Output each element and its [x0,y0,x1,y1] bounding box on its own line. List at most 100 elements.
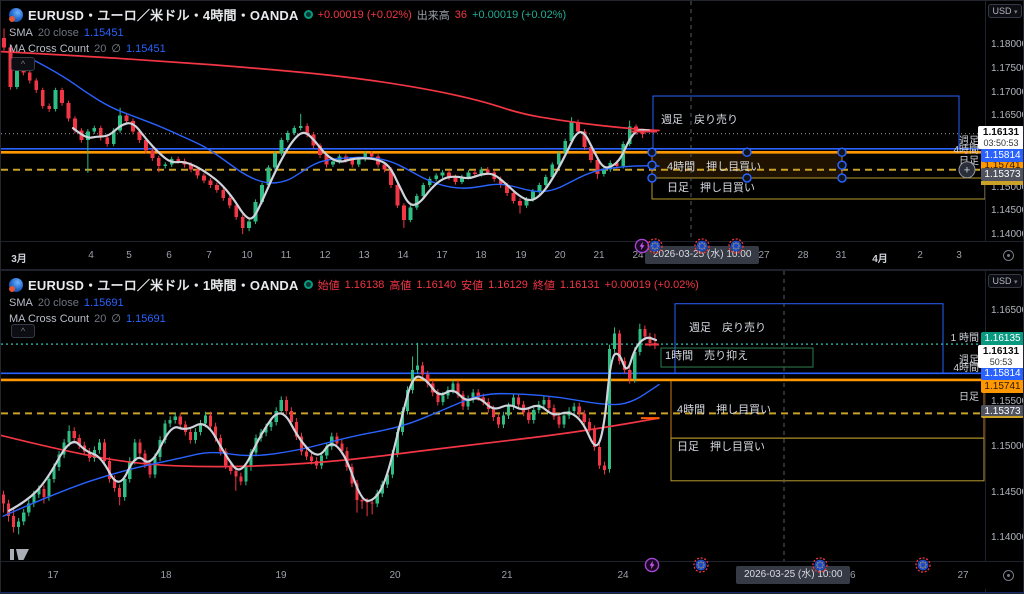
indicator-macross-args: 20 [94,43,106,55]
zone-label: 4時間 押し目買い [677,402,771,416]
date-label: 18 [160,570,171,581]
weekly-sell-zone[interactable] [675,304,943,374]
eu-economic-event-icon[interactable] [728,238,744,254]
timezone-icon[interactable] [1003,250,1014,261]
eu-economic-event-icon[interactable] [694,238,710,254]
time-axis-1h[interactable]: 17181920212426272026-03-25 (水) 10:00 [1,561,1024,589]
symbol-title[interactable]: EURUSD・ユーロ／米ドル・1時間・OANDA [28,275,299,294]
current-price-label: 1.16131 [978,127,1024,138]
timezone-icon[interactable] [1003,570,1014,581]
date-label: 19 [515,250,526,261]
chevron-down-icon: ▾ [1014,9,1018,16]
currency-selector[interactable]: USD ▾ [988,274,1022,288]
zone-label: 4時間 押し目買い [667,159,761,173]
selection-handle[interactable] [743,148,751,156]
eu-economic-event-icon[interactable] [812,557,828,573]
date-label: 2 [917,250,923,261]
indicator-macross-name[interactable]: MA Cross Count [9,43,89,55]
date-label: 12 [319,250,330,261]
indicator-macross-name[interactable]: MA Cross Count [9,313,89,325]
indicator-sma-name[interactable]: SMA [9,297,33,309]
volume-value: 36 [455,9,467,21]
market-status-icon[interactable] [304,10,313,19]
date-label: 21 [501,570,512,581]
legend-collapse-button[interactable]: ^ [11,57,35,71]
volume-label: 出来高 [417,7,450,23]
legend-4h: EURUSD・ユーロ／米ドル・4時間・OANDA +0.00019 (+0.02… [9,5,566,58]
selection-handle[interactable] [838,161,846,169]
date-label: 11 [281,250,291,261]
sma-20-blue [34,60,659,191]
chevron-down-icon: ▾ [1014,279,1018,286]
chart-panel-1h[interactable]: 週足 戻り売り1時間 売り抑え4時間 押し目買い日足 押し目買い1 時間週足4時… [1,271,1024,592]
legend-1h: EURUSD・ユーロ／米ドル・1時間・OANDA 始値 1.16138 高値 1… [9,275,699,328]
current-price-label: 1.16131 [978,346,1024,357]
date-label: 31 [835,250,846,261]
current-price-box: 1.1613103:50:53 [978,126,1024,149]
date-label: 6 [166,250,172,261]
tradingview-window: 週足 戻り売り4時間 押し目買い日足 押し目買い週足4時間日足+ EURUSD・… [0,0,1024,594]
line-name-label: 4時間 [953,144,979,156]
time-axis-4h[interactable]: 3月456710111213141718192021242728314月2320… [1,241,1024,269]
indicator-macross-value: 1.15691 [126,313,166,325]
date-label: 21 [593,250,604,261]
flash-event-icon[interactable] [644,557,660,573]
date-label: 10 [241,250,252,261]
price-axis-label: 1.17000 [991,87,1024,98]
low-value: 1.16129 [488,279,528,291]
candles-layer[interactable] [2,324,657,535]
change-value: +0.00019 (+0.02%) [318,9,412,21]
price-axis-1h[interactable]: USD ▾ 1.165001.155001.150001.145001.1400… [985,271,1024,592]
add-alert-button[interactable]: + [959,162,975,178]
eu-economic-event-icon[interactable] [915,557,931,573]
price-axis-label: 1.17500 [991,63,1024,74]
price-axis-label: 1.15000 [991,441,1024,452]
price-axis-label: 1.14500 [991,205,1024,216]
low-label: 安値 [461,277,483,293]
indicator-sma-name[interactable]: SMA [9,27,33,39]
price-axis-label: 1.18000 [991,39,1024,50]
close-label: 終値 [533,277,555,293]
level-price-label: 1.15814 [981,149,1024,162]
date-label: 7 [206,250,212,261]
price-axis-label: 1.16500 [991,110,1024,121]
price-axis-label: 1.14500 [991,487,1024,498]
level-price-label-sliver [981,181,1024,185]
market-status-icon[interactable] [304,280,313,289]
symbol-logo-icon[interactable] [9,278,23,292]
selection-handle[interactable] [838,174,846,182]
level-price-label: 1.15373 [981,405,1024,418]
volume-change: +0.00019 (+0.02%) [472,9,566,21]
eu-economic-event-icon[interactable] [693,557,709,573]
high-value: 1.16140 [416,279,456,291]
indicator-sma-args: 20 close [38,27,79,39]
indicator-macross-value: 1.15451 [126,43,166,55]
price-axis-label: 1.14000 [991,229,1024,240]
symbol-title[interactable]: EURUSD・ユーロ／米ドル・4時間・OANDA [28,5,299,24]
date-label: 24 [617,570,628,581]
indicator-sma-value: 1.15451 [84,27,124,39]
date-label: 18 [475,250,486,261]
chart-panel-4h[interactable]: 週足 戻り売り4時間 押し目買い日足 押し目買い週足4時間日足+ EURUSD・… [1,1,1024,271]
date-label: 13 [358,250,369,261]
selection-handle[interactable] [838,148,846,156]
level-price-label: 1.16135 [981,332,1024,345]
indicator-macross-args: 20 [94,313,106,325]
level-price-label: 1.15814 [981,367,1024,380]
symbol-logo-icon[interactable] [9,8,23,22]
line-name-label: 4時間 [953,362,979,374]
selection-handle[interactable] [648,161,656,169]
candles-layer[interactable] [2,28,644,234]
tradingview-logo[interactable] [9,547,31,561]
selection-handle[interactable] [648,148,656,156]
selection-handle[interactable] [648,174,656,182]
level-price-label: 1.15373 [981,168,1024,181]
level-price-label: 1.15741 [981,380,1024,393]
line-name-label: 1 時間 [951,332,979,344]
selection-handle[interactable] [743,174,751,182]
currency-selector[interactable]: USD ▾ [988,4,1022,18]
price-axis-4h[interactable]: USD ▾ 1.180001.175001.170001.165001.1500… [985,1,1024,269]
date-label: 3 [956,250,962,261]
eu-economic-event-icon[interactable] [647,238,663,254]
zone-label: 日足 押し目買い [677,439,765,453]
